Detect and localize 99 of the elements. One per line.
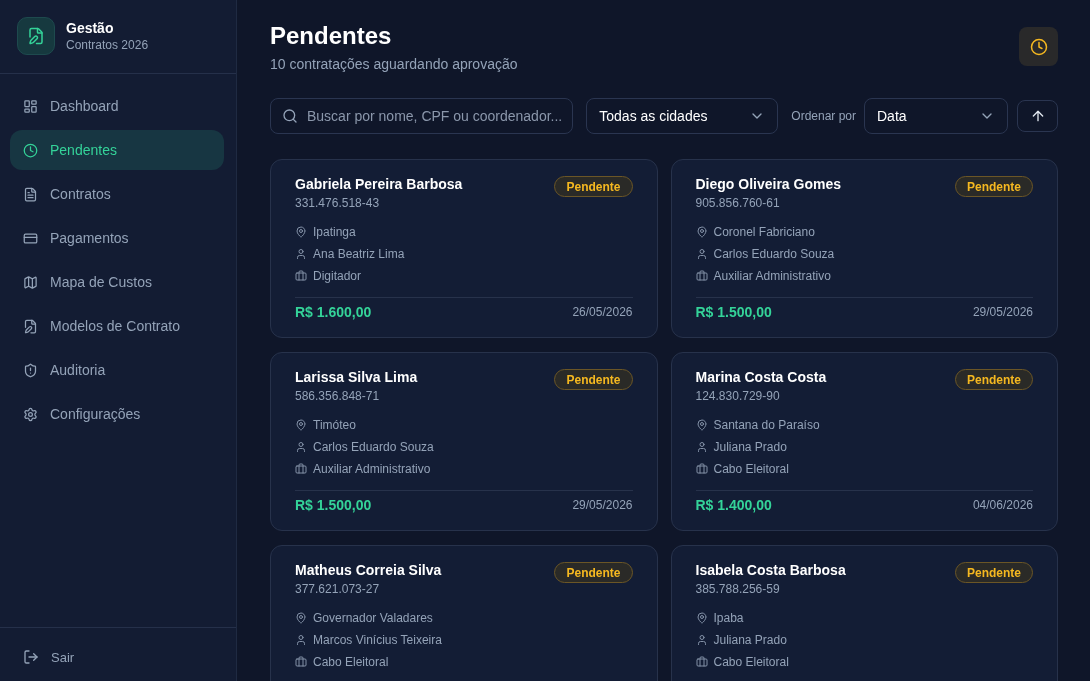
nav-item[interactable]: Auditoria <box>10 350 224 390</box>
cpf-text: 331.476.518-43 <box>295 196 381 211</box>
cpf-text: 124.830.729-90 <box>695 389 781 404</box>
logout-icon <box>23 649 39 665</box>
map-icon <box>23 274 38 290</box>
city-select[interactable]: Todas as cidades <box>586 98 779 134</box>
nav-item[interactable]: Dashboard <box>10 86 224 126</box>
coordinator-name: Juliana Prado <box>713 633 787 647</box>
contract-card[interactable]: Matheus Correia Silva 377.621.073-27 Pendente Governador Valadares Marcos Vinícius Teixeira Cabo Eleitoral <box>270 545 658 681</box>
clock-icon <box>1029 37 1048 56</box>
person-name: Larissa Silva Lima <box>295 369 418 386</box>
contract-card[interactable]: Isabela Costa Barbosa 385.788.256-59 Pendente Ipaba Juliana Prado Cabo Eleitoral <box>670 545 1058 681</box>
city-text: Ipaba <box>713 611 744 625</box>
briefcase-icon <box>695 656 708 668</box>
city-text: Santana do Paraíso <box>713 418 820 432</box>
role-text: Cabo Eleitoral <box>713 462 789 476</box>
cpf-text: 385.788.256-59 <box>695 582 781 597</box>
nav-item[interactable]: Contratos <box>10 174 224 214</box>
role-text: Cabo Eleitoral <box>713 655 789 669</box>
nav-item[interactable]: Pendentes <box>10 130 224 170</box>
coordinator-name: Carlos Eduardo Souza <box>713 247 835 261</box>
cpf-text: 377.621.073-27 <box>295 582 381 597</box>
location-pin-icon <box>295 226 307 238</box>
status-badge: Pendente <box>955 562 1033 583</box>
briefcase-icon <box>695 463 708 475</box>
logo-icon <box>17 17 55 55</box>
location-pin-icon <box>695 612 708 624</box>
city-text: Coronel Fabriciano <box>713 225 815 239</box>
status-badge: Pendente <box>554 369 633 390</box>
dashboard-icon <box>23 98 38 114</box>
sort-select[interactable]: Data <box>864 98 1008 134</box>
coordinator-name: Marcos Vinícius Teixeira <box>313 633 442 647</box>
page-subtitle: 10 contratações aguardando aprovação <box>270 55 518 73</box>
city-text: Ipatinga <box>313 225 356 239</box>
briefcase-icon <box>295 270 307 282</box>
briefcase-icon <box>695 270 708 282</box>
person-name: Marina Costa Costa <box>695 369 827 386</box>
amount-text: R$ 1.500,00 <box>295 497 372 513</box>
search-icon <box>282 108 298 124</box>
contract-card[interactable]: Diego Oliveira Gomes 905.856.760-61 Pendente Coronel Fabriciano Carlos Eduardo Souza Auxiliar Administrativo R$ 1.500,00 29/05/2026 <box>670 159 1058 338</box>
briefcase-icon <box>295 656 307 668</box>
person-icon <box>295 248 307 260</box>
coordinator-name: Juliana Prado <box>713 440 787 454</box>
role-text: Auxiliar Administrativo <box>713 269 831 283</box>
sort-label: Ordenar por <box>791 109 856 123</box>
role-text: Digitador <box>313 269 362 283</box>
person-name: Matheus Correia Silva <box>295 562 442 579</box>
sort-direction-button[interactable] <box>1017 100 1058 132</box>
date-text: 26/05/2026 <box>572 305 633 319</box>
role-text: Cabo Eleitoral <box>313 655 389 669</box>
search-field[interactable]: Buscar por nome, CPF ou coordenador... <box>270 98 574 134</box>
person-name: Diego Oliveira Gomes <box>695 176 841 193</box>
location-pin-icon <box>695 419 708 431</box>
date-text: 04/06/2026 <box>972 498 1033 512</box>
city-text: Governador Valadares <box>313 611 433 625</box>
briefcase-icon <box>295 463 307 475</box>
coordinator-name: Carlos Eduardo Souza <box>313 440 434 454</box>
nav-item[interactable]: Configurações <box>10 394 224 434</box>
role-text: Auxiliar Administrativo <box>313 462 431 476</box>
amount-text: R$ 1.600,00 <box>295 304 372 320</box>
date-text: 29/05/2026 <box>972 305 1033 319</box>
file-pen-icon <box>23 318 38 334</box>
location-pin-icon <box>295 419 307 431</box>
brand-subtitle: Contratos 2026 <box>66 38 149 52</box>
document-icon <box>23 186 38 202</box>
contract-card[interactable]: Larissa Silva Lima 586.356.848-71 Pendente Timóteo Carlos Eduardo Souza Auxiliar Administrativo R$ 1.500,00 29/05/2026 <box>270 352 658 531</box>
amount-text: R$ 1.400,00 <box>695 497 772 513</box>
cpf-text: 905.856.760-61 <box>695 196 781 211</box>
person-icon <box>295 634 307 646</box>
date-text: 29/05/2026 <box>572 498 633 512</box>
amount-text: R$ 1.500,00 <box>695 304 772 320</box>
shield-icon <box>23 362 38 378</box>
page-title: Pendentes <box>270 22 393 50</box>
person-icon <box>695 441 708 453</box>
settings-icon <box>23 406 38 422</box>
person-name: Isabela Costa Barbosa <box>695 562 846 579</box>
history-button[interactable] <box>1019 27 1058 66</box>
nav-item[interactable]: Pagamentos <box>10 218 224 258</box>
card-icon <box>23 230 38 246</box>
nav-item[interactable]: Modelos de Contrato <box>10 306 224 346</box>
person-icon <box>695 634 708 646</box>
clock-icon <box>23 142 38 158</box>
status-badge: Pendente <box>955 369 1033 390</box>
cpf-text: 586.356.848-71 <box>295 389 381 404</box>
person-icon <box>695 248 708 260</box>
location-pin-icon <box>695 226 708 238</box>
nav-item[interactable]: Mapa de Custos <box>10 262 224 302</box>
contract-card[interactable]: Gabriela Pereira Barbosa 331.476.518-43 Pendente Ipatinga Ana Beatriz Lima Digitador R$ 1.600,00 26/05/2026 <box>270 159 658 338</box>
logout-button[interactable]: Sair <box>10 644 88 670</box>
city-text: Timóteo <box>313 418 356 432</box>
status-badge: Pendente <box>554 562 633 583</box>
status-badge: Pendente <box>955 176 1033 197</box>
coordinator-name: Ana Beatriz Lima <box>313 247 405 261</box>
location-pin-icon <box>295 612 307 624</box>
person-name: Gabriela Pereira Barbosa <box>295 176 463 193</box>
status-badge: Pendente <box>554 176 633 197</box>
person-icon <box>295 441 307 453</box>
contract-card[interactable]: Marina Costa Costa 124.830.729-90 Pendente Santana do Paraíso Juliana Prado Cabo Eleitoral R$ 1.400,00 04/06/2026 <box>670 352 1058 531</box>
brand-title: Gestão <box>66 20 115 36</box>
